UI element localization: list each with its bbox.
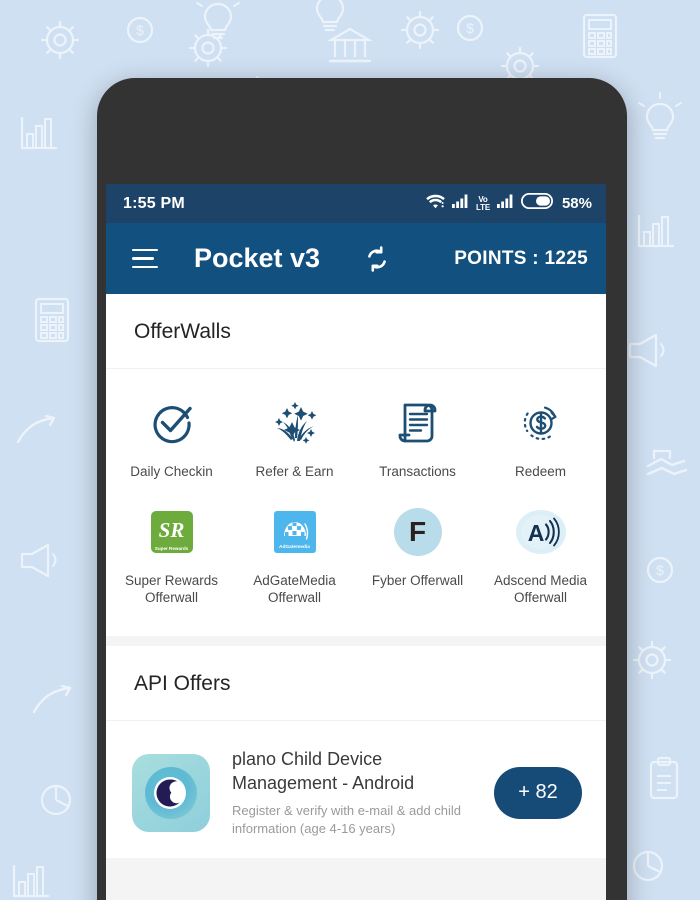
status-time: 1:55 PM [123,194,185,212]
volte-icon-bottom: LTE [476,202,490,212]
wifi-icon [426,194,445,214]
phone-device-frame: 1:55 PM Vo LTE 58% Pocket v3 POINTS: 12… [97,78,627,900]
content-scroll-area[interactable]: OfferWalls Daily Checkin Refer & Earn Tr… [106,294,606,900]
tile-label-line1: Super Rewards [124,573,219,588]
offer-text-block: plano Child Device Management - Android … [210,747,494,838]
tile-label-line1: Adscend Media [493,573,588,588]
adscend-media-badge: A [515,510,566,554]
battery-percent-label: 58% [561,195,592,212]
api-offers-section-title: API Offers [106,646,606,721]
tile-label: Super Rewards Offerwall [125,572,218,606]
signal-bars-icon [496,194,514,213]
tile-label: AdGateMedia Offerwall [253,572,336,606]
tile-fyber-offerwall[interactable]: F Fyber Offerwall [356,494,479,614]
signal-bars-icon [452,194,469,213]
tile-adgatemedia-offerwall[interactable]: AdGatemedia AdGateMedia Offerwall [233,494,356,614]
tile-refer-and-earn[interactable]: Refer & Earn [233,385,356,488]
offer-points-button[interactable]: + 82 [494,766,582,819]
tile-label-line1: Fyber Offerwall [371,573,464,588]
hamburger-line [132,257,154,260]
api-offers-card: API Offers plano Child Device Management… [106,646,606,858]
tile-label-line2: Offerwall [513,590,568,605]
offer-list-item[interactable]: plano Child Device Management - Android … [106,727,606,858]
super-rewards-badge: SR Super Rewards [150,511,193,553]
super-rewards-badge-text: SR [158,518,185,542]
hamburger-line [132,265,158,269]
api-offers-list: plano Child Device Management - Android … [106,721,606,858]
points-balance-label: POINTS : 1225 [454,247,588,269]
adscend-badge-letter: A [527,520,544,546]
fireworks-icon [270,397,320,449]
tile-daily-checkin[interactable]: Daily Checkin [110,385,233,488]
check-circle-icon [149,397,195,449]
tile-label: Redeem [514,464,567,479]
refresh-icon[interactable] [362,244,392,274]
tile-label: Transactions [379,464,456,479]
tile-label: Refer & Earn [255,464,334,479]
fyber-badge-text: F [408,516,427,547]
offerwalls-grid: Daily Checkin Refer & Earn Transactions … [106,369,606,636]
hamburger-menu-icon[interactable] [132,248,162,269]
offer-title: plano Child Device Management - Android [232,749,415,793]
tile-label-line2: Offerwall [267,590,322,605]
hamburger-line [132,248,158,252]
receipt-scroll-icon [396,397,440,449]
plano-app-icon [132,753,210,832]
tile-label-line2: Offerwall [144,590,198,605]
offerwalls-section-title: OfferWalls [106,294,606,369]
tile-label: Fyber Offerwall [372,572,463,589]
tile-label: Adscend Media Offerwall [494,572,587,606]
tile-label-line1: AdGateMedia [253,573,336,588]
tile-adscend-media-offerwall[interactable]: A Adscend Media Offerwall [479,494,602,614]
super-rewards-logo: SR Super Rewards [150,506,193,558]
tile-transactions[interactable]: Transactions [356,385,479,488]
tile-super-rewards-offerwall[interactable]: SR Super Rewards Super Rewards Offerwall [110,494,233,614]
volte-icon: Vo LTE [476,195,490,212]
battery-icon [520,192,553,214]
adgatemedia-badge: AdGatemedia [273,511,316,553]
tile-redeem[interactable]: Redeem [479,385,602,488]
fyber-logo: F [393,506,442,558]
phone-screen: 1:55 PM Vo LTE 58% Pocket v3 POINTS: 12… [106,184,606,900]
adgatemedia-logo: AdGatemedia [273,506,316,558]
dollar-refresh-icon [517,397,565,449]
adscend-media-logo: A [515,506,566,558]
offerwalls-card: OfferWalls Daily Checkin Refer & Earn Tr… [106,294,606,636]
tile-label: Daily Checkin [130,464,213,479]
app-title: Pocket v3 [194,243,321,273]
fyber-badge: F [393,508,442,556]
offer-description: Register & verify with e-mail & add chil… [232,803,462,836]
super-rewards-badge-subtext: Super Rewards [154,546,189,551]
adgatemedia-badge-subtext: AdGatemedia [279,545,310,550]
app-bar: Pocket v3 POINTS : 1225 [106,223,606,294]
status-icons-group: Vo LTE 58% [426,192,592,214]
status-bar: 1:55 PM Vo LTE 58% [106,184,606,223]
